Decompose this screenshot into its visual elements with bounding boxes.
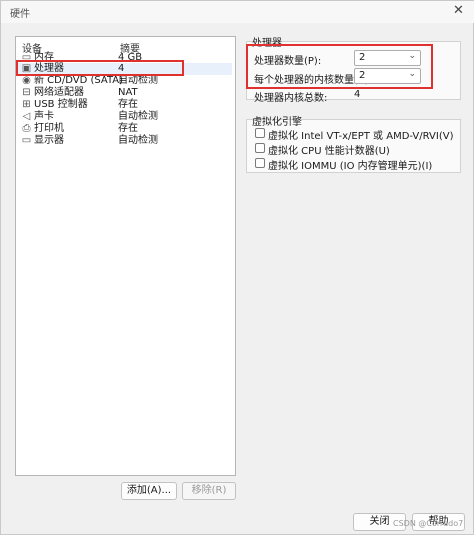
device-row-sound-card[interactable]: ◁ 声卡 自动检测: [18, 111, 232, 123]
device-list[interactable]: 设备 摘要 ▭ 内存 4 GB ▣ 处理器 4 ◉ 新 CD/DVD (SATA…: [15, 36, 236, 476]
sound-card-icon: ◁: [22, 111, 31, 122]
processor-count-select[interactable]: 2 ⌄: [354, 50, 421, 66]
processor-count-label: 处理器数量(P):: [254, 56, 322, 67]
virtualize-cpu-counters-label[interactable]: 虚拟化 CPU 性能计数器(U): [268, 142, 390, 157]
virtualize-vtx-label[interactable]: 虚拟化 Intel VT-x/EPT 或 AMD-V/RVI(V): [268, 127, 453, 142]
virtualize-cpu-counters-checkbox[interactable]: [255, 143, 265, 153]
virtualize-iommu-checkbox[interactable]: [255, 158, 265, 168]
processor-icon: ▣: [21, 63, 32, 74]
device-row-printer[interactable]: ⎙ 打印机 存在: [18, 123, 232, 135]
processor-group-title: 处理器: [252, 38, 282, 49]
device-name: 新 CD/DVD (SATA): [34, 75, 124, 86]
device-name: 打印机: [34, 123, 64, 134]
device-row-display[interactable]: ▭ 显示器 自动检测: [18, 135, 232, 147]
chevron-down-icon: ⌄: [408, 69, 416, 79]
device-summary: 自动检测: [118, 111, 158, 122]
window-title: 硬件: [10, 9, 30, 20]
device-name: USB 控制器: [34, 99, 88, 110]
cd-dvd-icon: ◉: [22, 75, 31, 86]
watermark: CSDN @Corrado7: [393, 519, 464, 528]
display-icon: ▭: [21, 135, 32, 146]
device-row-cd-dvd[interactable]: ◉ 新 CD/DVD (SATA) 自动检测: [18, 75, 232, 87]
close-icon[interactable]: ✕: [453, 3, 464, 18]
usb-controller-icon: ⊞: [22, 99, 31, 110]
device-name: 声卡: [34, 111, 54, 122]
add-device-button[interactable]: 添加(A)...: [121, 482, 177, 500]
virtualization-group-title: 虚拟化引擎: [252, 117, 302, 128]
device-row-processor[interactable]: ▣ 处理器 4: [18, 63, 232, 75]
device-summary: 存在: [118, 123, 138, 134]
hardware-dialog: 硬件 ✕ 设备 摘要 ▭ 内存 4 GB ▣ 处理器 4 ◉ 新 CD/DVD …: [0, 0, 474, 535]
cores-per-processor-value: 2: [359, 70, 366, 81]
device-name: 处理器: [34, 63, 64, 74]
chevron-down-icon: ⌄: [408, 51, 416, 61]
device-name: 显示器: [34, 135, 64, 146]
printer-icon: ⎙: [22, 123, 31, 134]
memory-icon: ▭: [21, 52, 32, 63]
device-summary: 自动检测: [118, 135, 158, 146]
device-summary: NAT: [118, 87, 138, 98]
remove-device-button[interactable]: 移除(R): [182, 482, 236, 500]
total-cores-label: 处理器内核总数:: [254, 93, 328, 104]
processor-count-value: 2: [359, 52, 366, 63]
virtualize-vtx-checkbox[interactable]: [255, 128, 265, 138]
device-summary: 存在: [118, 99, 138, 110]
device-row-usb-controller[interactable]: ⊞ USB 控制器 存在: [18, 99, 232, 111]
cores-per-processor-select[interactable]: 2 ⌄: [354, 68, 421, 84]
device-row-network-adapter[interactable]: ⊟ 网络适配器 NAT: [18, 87, 232, 99]
total-cores-value: 4: [354, 89, 361, 100]
device-name: 网络适配器: [34, 87, 84, 98]
virtualize-iommu-label[interactable]: 虚拟化 IOMMU (IO 内存管理单元)(I): [268, 157, 432, 172]
device-summary: 自动检测: [118, 75, 158, 86]
device-summary: 4: [118, 63, 125, 74]
network-adapter-icon: ⊟: [22, 87, 31, 98]
title-bar: 硬件 ✕: [1, 1, 474, 23]
